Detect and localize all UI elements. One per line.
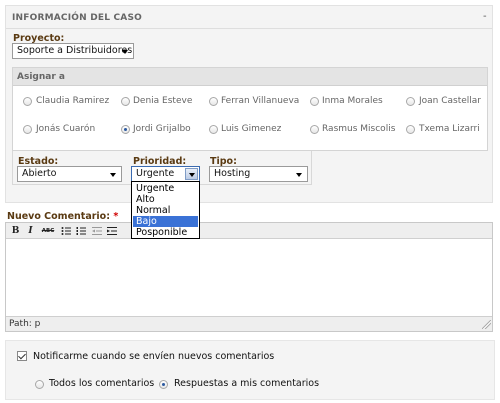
notify-option-label: Todos los comentarios <box>49 378 155 389</box>
notify-option-label: Respuestas a mis comentarios <box>174 378 320 389</box>
panel-title: INFORMACIÓN DEL CASO <box>12 13 142 23</box>
assignee-label: Ferran Villanueva <box>221 96 300 106</box>
priority-dropdown-list: Urgente Alto Normal Bajo Posponible <box>131 181 200 239</box>
assignee-radio-joan-castellar[interactable] <box>406 97 415 106</box>
estado-select[interactable]: Abierto <box>17 166 122 182</box>
outdent-icon[interactable] <box>91 225 103 237</box>
notify-replies-radio[interactable] <box>159 380 168 389</box>
tipo-select-value: Hosting <box>214 168 251 179</box>
estado-select-value: Abierto <box>22 168 57 179</box>
assignee-radio-inma-morales[interactable] <box>310 97 319 106</box>
required-marker: * <box>113 211 119 222</box>
editor-path: Path: p <box>6 316 492 331</box>
assignee-radio-luis-gimenez[interactable] <box>209 125 218 134</box>
notify-checkbox[interactable] <box>17 351 27 361</box>
notify-all-comments-radio[interactable] <box>35 380 44 389</box>
panel-divider <box>6 28 492 29</box>
priority-option-urgente[interactable]: Urgente <box>133 183 198 194</box>
priority-option-normal[interactable]: Normal <box>133 205 198 216</box>
assignee-label: Inma Morales <box>322 96 383 106</box>
assignee-radio-jonas-cuaron[interactable] <box>23 125 32 134</box>
bullet-list-icon[interactable] <box>60 225 72 237</box>
chevron-down-icon <box>296 173 302 177</box>
assign-header: Asignar a <box>13 68 487 86</box>
chevron-down-icon <box>110 173 116 177</box>
assignee-radio-claudia-ramirez[interactable] <box>23 97 32 106</box>
chevron-down-icon <box>122 50 128 54</box>
prioridad-select[interactable]: Urgente <box>131 166 200 182</box>
comment-label: Nuevo Comentario: * <box>7 211 118 222</box>
assignee-radio-rasmus-miscolis[interactable] <box>310 125 319 134</box>
assignee-label: Joan Castellar <box>419 96 482 106</box>
assignee-label: Luis Gimenez <box>221 124 282 134</box>
assignee-label: Jordi Grijalbo <box>133 124 191 134</box>
tipo-select[interactable]: Hosting <box>209 166 308 182</box>
assignee-radio-jordi-grijalbo[interactable] <box>121 125 130 134</box>
assignee-label: Txema Lizarri <box>419 124 480 134</box>
indent-icon[interactable] <box>106 225 118 237</box>
assignee-label: Rasmus Miscolis <box>322 124 396 134</box>
project-select-value: Soporte a Distribuidores <box>17 45 133 56</box>
notification-panel <box>5 340 495 400</box>
dropdown-button-icon[interactable] <box>185 168 198 180</box>
comment-label-text: Nuevo Comentario: <box>7 211 111 222</box>
assignee-radio-denia-esteve[interactable] <box>121 97 130 106</box>
assignee-radio-txema-lizarri[interactable] <box>406 125 415 134</box>
resize-handle-icon[interactable] <box>482 320 491 329</box>
priority-option-alto[interactable]: Alto <box>133 194 198 205</box>
assignee-label: Claudia Ramirez <box>36 96 110 106</box>
italic-button[interactable]: I <box>26 225 35 237</box>
assignee-radio-ferran-villanueva[interactable] <box>209 97 218 106</box>
numbered-list-icon[interactable] <box>75 225 87 237</box>
strikethrough-button[interactable]: ABC <box>40 225 56 237</box>
assignee-label: Denia Esteve <box>133 96 193 106</box>
notify-checkbox-label: Notificarme cuando se envíen nuevos come… <box>33 351 275 362</box>
priority-option-bajo[interactable]: Bajo <box>133 216 198 227</box>
assignee-label: Jonás Cuarón <box>36 124 96 134</box>
collapse-toggle[interactable]: - <box>483 11 487 22</box>
project-select[interactable]: Soporte a Distribuidores <box>12 43 134 59</box>
prioridad-select-value: Urgente <box>136 168 175 179</box>
priority-option-posponible[interactable]: Posponible <box>133 227 198 238</box>
bold-button[interactable]: B <box>11 225 20 237</box>
